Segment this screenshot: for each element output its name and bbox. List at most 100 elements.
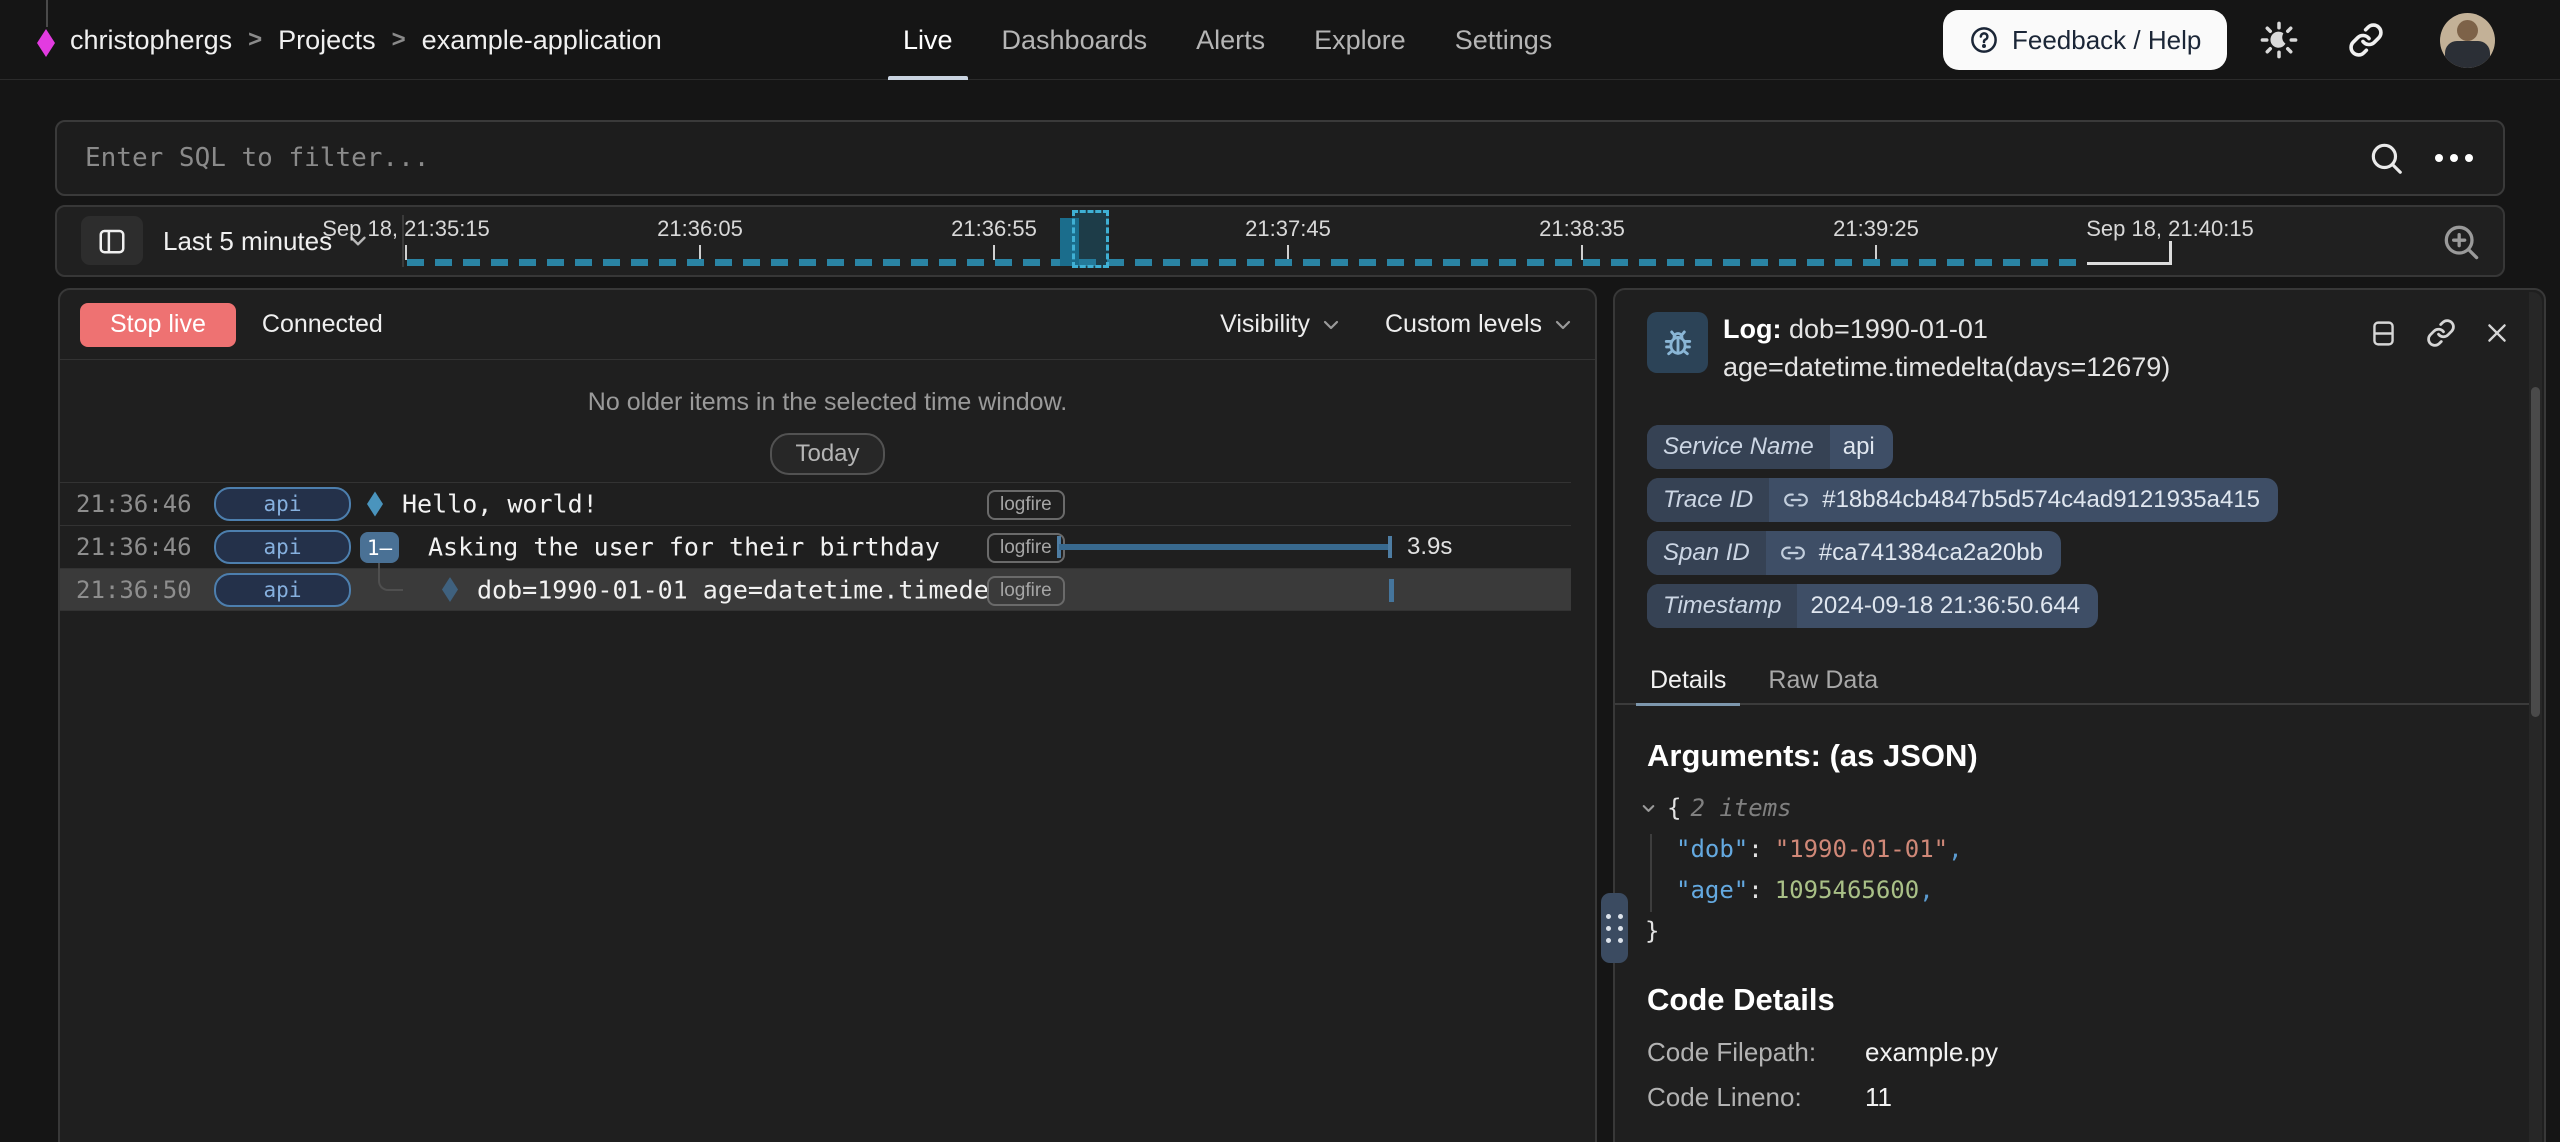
timeline-tick-label: Sep 18, 21:35:15 [322,216,490,242]
timeline-bar: Last 5 minutes Sep 18, 21:35:15 21:36:05… [55,205,2505,277]
timeline-tick-label: Sep 18, 21:40:15 [2086,216,2254,242]
log-detail-panel: Log: dob=1990-01-01 age=datetime.timedel… [1613,288,2546,1142]
stop-live-button[interactable]: Stop live [80,303,236,347]
nav-tabs: Live Dashboards Alerts Explore Settings [903,0,1552,80]
service-name-pill: Service Name api [1647,425,1893,469]
link-icon [1783,487,1809,513]
attribute-pills: Service Name api Trace ID #18b84cb4847b5… [1647,425,2278,628]
code-filepath-row: Code Filepath: example.py [1647,1037,1998,1068]
theme-toggle-icon[interactable] [2258,0,2300,80]
child-connector [378,563,403,591]
log-row[interactable]: 21:36:46 api Hello, world! logfire [60,482,1571,525]
log-row-selected[interactable]: 21:36:50 api dob=1990-01-01 age=datetime… [60,568,1571,611]
today-button[interactable]: Today [770,433,884,475]
log-time: 21:36:46 [76,490,192,518]
breadcrumb-projects[interactable]: Projects [278,25,376,56]
detail-tabs: Details Raw Data [1615,657,2530,705]
log-time: 21:36:50 [76,576,192,604]
chevron-down-icon [1551,313,1575,337]
breadcrumb-project-name[interactable]: example-application [422,25,662,56]
question-circle-icon [1969,25,1999,55]
span-duration-bar [1057,535,1392,559]
feedback-help-button[interactable]: Feedback / Help [1943,10,2227,70]
sidebar-toggle-button[interactable] [81,216,143,265]
breadcrumb-separator: > [392,26,406,54]
span-duration-label: 3.9s [1407,533,1452,561]
log-point-icon [367,492,383,517]
debug-level-tile [1647,312,1708,373]
json-viewer: { 2 items "dob":"1990-01-01", "age":1095… [1639,788,1963,952]
close-icon[interactable] [2484,320,2510,346]
logfire-tag-badge[interactable]: logfire [987,533,1065,563]
connection-status: Connected [262,310,383,339]
logfire-logo-icon[interactable] [34,0,60,80]
tab-raw-data[interactable]: Raw Data [1768,656,1878,704]
feedback-help-label: Feedback / Help [2012,25,2201,56]
live-view-header: Stop live Connected Visibility Custom le… [60,290,1595,360]
log-point-tick [1389,579,1394,602]
live-view-panel: Stop live Connected Visibility Custom le… [58,288,1597,1142]
timeline-selection-window[interactable] [1072,210,1109,268]
tab-dashboards[interactable]: Dashboards [1002,0,1148,80]
detail-kind-label: Log: [1723,314,1781,344]
tab-alerts[interactable]: Alerts [1196,0,1265,80]
share-link-icon[interactable] [2348,0,2384,80]
span-collapse-toggle[interactable]: 1– [360,532,399,563]
log-row[interactable]: 21:36:46 api 1– Asking the user for thei… [60,525,1571,568]
timestamp-pill: Timestamp 2024-09-18 21:36:50.644 [1647,584,2098,628]
service-badge[interactable]: api [214,573,351,607]
logfire-tag-badge[interactable]: logfire [987,490,1065,520]
breadcrumb-separator: > [248,26,262,54]
timeline-tick-label: 21:38:35 [1539,216,1625,242]
trace-id-pill[interactable]: Trace ID #18b84cb4847b5d574c4ad9121935a4… [1647,478,2278,522]
chevron-down-icon [1319,313,1343,337]
grip-dots-icon [1606,914,1623,943]
json-items-note: 2 items [1690,788,1791,829]
timeline-baseline [407,259,2087,266]
log-rows: 21:36:46 api Hello, world! logfire 21:36… [60,482,1571,611]
timeline-tick-label: 21:36:55 [951,216,1037,242]
service-badge[interactable]: api [214,487,351,521]
empty-window-message: No older items in the selected time wind… [60,388,1595,417]
log-message: dob=1990-01-01 age=datetime.timede [477,575,989,604]
search-icon[interactable] [2367,139,2405,177]
panel-left-icon [97,226,127,256]
json-entry: "dob":"1990-01-01", [1639,829,1963,870]
logfire-tag-badge[interactable]: logfire [987,576,1065,606]
more-options-icon[interactable] [2435,154,2473,162]
top-nav: christophergs > Projects > example-appli… [0,0,2560,80]
tab-live[interactable]: Live [903,0,953,80]
bug-icon [1659,324,1697,362]
log-point-icon [442,577,458,602]
tab-settings[interactable]: Settings [1455,0,1553,80]
breadcrumb: christophergs > Projects > example-appli… [70,0,662,80]
tab-explore[interactable]: Explore [1314,0,1406,80]
timeline-tick-label: 21:37:45 [1245,216,1331,242]
timeline-tick-label: 21:36:05 [657,216,743,242]
code-details-heading: Code Details [1647,982,1835,1018]
visibility-dropdown[interactable]: Visibility [1220,310,1343,339]
sql-filter-bar [55,120,2505,196]
span-id-pill[interactable]: Span ID #ca741384ca2a20bb [1647,531,2061,575]
sql-filter-input[interactable] [57,122,2367,194]
detail-scrollbar[interactable] [2529,292,2542,1142]
log-time: 21:36:46 [76,533,192,561]
custom-levels-dropdown[interactable]: Custom levels [1385,310,1575,339]
arguments-heading: Arguments: (as JSON) [1647,738,1978,774]
copy-link-icon[interactable] [2426,318,2456,348]
timeline-tick-label: 21:39:25 [1833,216,1919,242]
panel-resize-handle[interactable] [1601,893,1628,963]
log-message: Hello, world! [402,490,598,519]
link-icon [1780,540,1806,566]
detail-title: Log: dob=1990-01-01 age=datetime.timedel… [1723,310,2170,386]
zoom-in-icon[interactable] [2439,220,2483,264]
breadcrumb-org[interactable]: christophergs [70,25,232,56]
json-entry: "age":1095465600, [1639,870,1963,911]
service-badge[interactable]: api [214,530,351,564]
user-avatar[interactable] [2440,13,2495,68]
code-lineno-row: Code Lineno: 11 [1647,1082,1892,1113]
log-message: Asking the user for their birthday [428,533,940,562]
split-panel-icon[interactable] [2369,319,2398,348]
collapse-chevron-icon[interactable] [1639,799,1658,818]
tab-details[interactable]: Details [1650,656,1726,704]
